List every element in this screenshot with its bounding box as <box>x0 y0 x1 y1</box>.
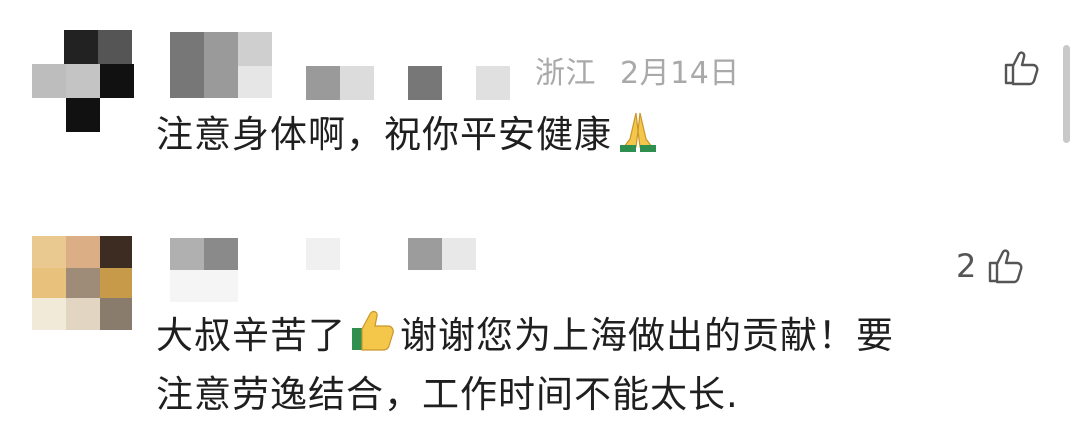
like-button[interactable]: 2 <box>956 246 1026 286</box>
comment-meta: 浙江 2月14日 <box>535 48 740 92</box>
folded-hands-emoji <box>616 109 660 167</box>
username-redacted[interactable] <box>170 238 480 302</box>
comment-item: 2 大叔辛苦了 谢谢您为上海做出的贡献！要 注意劳逸结合，工作时间不能太长. <box>0 210 1080 446</box>
avatar[interactable] <box>32 236 132 330</box>
comment-item: 浙江 2月14日 注意身体啊，祝你平安健康 <box>0 0 1080 190</box>
thumbs-up-emoji <box>350 308 396 368</box>
comment-text: 注意身体啊，祝你平安健康 <box>156 108 660 167</box>
comment-text-part1: 大叔辛苦了 <box>156 314 346 357</box>
comment-line-2: 注意劳逸结合，工作时间不能太长. <box>156 373 739 416</box>
location-label: 浙江 <box>535 56 596 91</box>
avatar[interactable] <box>32 30 136 134</box>
like-count: 2 <box>956 247 977 285</box>
thumbs-up-icon <box>989 249 1023 284</box>
date-label: 2月14日 <box>620 56 740 91</box>
thumbs-up-icon <box>1004 51 1039 86</box>
comment-text-part2: 谢谢您为上海做出的贡献！要 <box>400 314 894 357</box>
comment-line-1: 大叔辛苦了 谢谢您为上海做出的贡献！要 <box>156 308 894 368</box>
username-redacted[interactable] <box>170 32 520 104</box>
like-button[interactable] <box>992 48 1042 88</box>
scrollbar[interactable] <box>1063 45 1070 143</box>
comment-text-content: 注意身体啊，祝你平安健康 <box>156 113 612 156</box>
comment-text: 大叔辛苦了 谢谢您为上海做出的贡献！要 注意劳逸结合，工作时间不能太长. <box>156 308 894 421</box>
